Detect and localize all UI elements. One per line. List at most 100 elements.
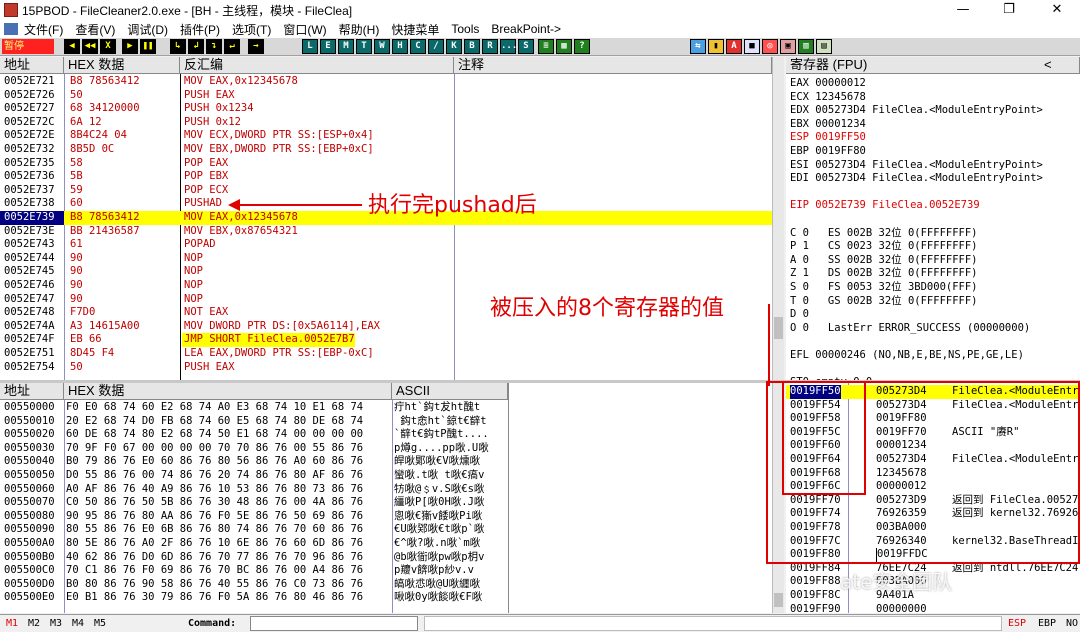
tab-m3[interactable]: M3 [50,615,62,632]
dump-hex[interactable]: F0 E0 68 74 60 E2 68 74 A0 E3 68 74 10 E… [66,401,363,415]
menu-window[interactable]: 窗口(W) [277,21,332,38]
table-row[interactable]: 0052E745 90 NOP [0,265,772,279]
registers-header[interactable]: 寄存器 (FPU) < [786,57,1080,74]
table-row[interactable]: 0052E732 8B5D 0C MOV EBX,DWORD PTR SS:[EBP… [0,143,772,157]
dump-address[interactable]: 00550020 [4,428,55,442]
executable-modules-button[interactable]: E [320,39,336,54]
register-line[interactable]: EBX 00001234 [790,118,866,132]
dump-address[interactable]: 005500E0 [4,591,55,605]
handles-button[interactable]: H [392,39,408,54]
register-line[interactable]: EAX 00000012 [790,77,866,91]
menu-breakpoint[interactable]: BreakPoint-> [485,22,567,36]
call-stack-button[interactable]: K [446,39,462,54]
menu-tools[interactable]: Tools [445,22,485,36]
dump-ascii[interactable]: 皜唙怷唙@U唙纒唙 [394,578,480,592]
dump-hex[interactable]: A0 AF 86 76 40 A9 86 76 10 53 86 76 80 7… [66,483,363,497]
table-row[interactable]: 0052E751 8D45 F4 LEA EAX,DWORD PTR SS:[EBP… [0,347,772,361]
disasm-header-hex[interactable]: HEX 数据 [64,57,180,74]
cpu-button[interactable]: C [410,39,426,54]
dump-address[interactable]: 005500D0 [4,578,55,592]
dump-ascii[interactable]: 鈎t悆ht`鍄t€辥t [394,415,486,429]
table-row[interactable]: 0052E735 58 POP EAX [0,157,772,171]
register-line[interactable]: P 1 CS 0023 32位 0(FFFFFFFF) [790,240,978,254]
help-icon[interactable]: ? [574,39,590,54]
register-line[interactable]: EDI 005273D4 FileClea.<ModuleEntryPoint> [790,172,1043,186]
dump-hex[interactable]: D0 55 86 76 00 74 86 76 20 74 86 76 80 A… [66,469,363,483]
menu-options[interactable]: 选项(T) [226,21,277,38]
close-button[interactable]: ✕ [1034,0,1080,20]
plugin-icon-8[interactable]: ▤ [816,39,832,54]
dump-address[interactable]: 00550000 [4,401,55,415]
dump-address[interactable]: 00550030 [4,442,55,456]
dump-ascii[interactable]: p燇g....pp唙.U唙 [394,442,489,456]
register-line[interactable]: Z 1 DS 002B 32位 0(FFFFFFFF) [790,267,978,281]
dump-ascii[interactable]: 牥唙@﹩v.S唙€s唙 [394,483,484,497]
register-line[interactable]: D 0 [790,308,809,322]
table-row[interactable]: 0052E721 B8 78563412 MOV EAX,0x12345678 [0,75,772,89]
dump-address[interactable]: 00550080 [4,510,55,524]
dump-ascii[interactable]: 皔唙郹唙€V唙燻唙 [394,455,480,469]
list-icon[interactable]: ≡ [538,39,554,54]
dump-header-hex[interactable]: HEX 数据 [64,383,392,400]
execute-till-return-button[interactable]: → [248,39,264,54]
step-over-button[interactable]: ↲ [188,39,204,54]
disasm-header-comment[interactable]: 注释 [454,57,772,74]
dump-hex[interactable]: 80 55 86 76 E0 6B 86 76 80 74 86 76 70 6… [66,523,363,537]
plugin-icon-1[interactable]: ⇆ [690,39,706,54]
trace-into-button[interactable]: ↴ [206,39,222,54]
dump-ascii[interactable]: 繮唙P[唙0H唙.J唙 [394,496,484,510]
dump-ascii[interactable]: 蠻唙.t唙 t唙€瘑v [394,469,484,483]
dump-ascii[interactable]: p羻v餴唙p紗v.v [394,564,474,578]
memory-map-button[interactable]: M [338,39,354,54]
dump-address[interactable]: 00550070 [4,496,55,510]
open-button[interactable]: ◀ [64,39,80,54]
tab-m2[interactable]: M2 [28,615,40,632]
table-row[interactable]: 0052E74F EB 66 JMP SHORT FileClea.0052E7B7 [0,333,772,347]
dump-hex[interactable]: 60 DE 68 74 80 E2 68 74 50 E1 68 74 00 0… [66,428,363,442]
dump-header-addr[interactable]: 地址 [0,383,64,400]
register-line[interactable]: C 0 ES 002B 32位 0(FFFFFFFF) [790,227,978,241]
windows-button[interactable]: W [374,39,390,54]
dump-address[interactable]: 005500A0 [4,537,55,551]
dump-scroll-thumb[interactable] [774,593,783,607]
tab-m4[interactable]: M4 [72,615,84,632]
dump-hex[interactable]: 90 95 86 76 80 AA 86 76 F0 5E 86 76 50 6… [66,510,363,524]
log-window-button[interactable]: L [302,39,318,54]
dump-address[interactable]: 005500B0 [4,551,55,565]
plugin-icon-6[interactable]: ▣ [780,39,796,54]
tab-m5[interactable]: M5 [94,615,106,632]
table-row[interactable]: 0052E754 50 PUSH EAX [0,361,772,375]
dump-hex[interactable]: E0 B1 86 76 30 79 86 76 F0 5A 86 76 80 4… [66,591,363,605]
breakpoints-button[interactable]: B [464,39,480,54]
plugin-icon-3[interactable]: A [726,39,742,54]
table-row[interactable]: 0052E73E BB 21436587 MOV EBX,0x87654321 [0,225,772,239]
dump-ascii[interactable]: 啾唙0y唙餤唙€F唙 [394,591,482,605]
menu-help[interactable]: 帮助(H) [333,21,386,38]
command-input[interactable] [250,616,418,631]
plugin-icon-7[interactable]: ▥ [798,39,814,54]
disasm-scroll-thumb[interactable] [774,317,783,339]
register-line[interactable]: EIP 0052E739 FileClea.0052E739 [790,199,980,213]
table-row[interactable]: 0052E726 50 PUSH EAX [0,89,772,103]
table-row[interactable]: 0052E72C 6A 12 PUSH 0x12 [0,116,772,130]
plugin-icon-5[interactable]: ◎ [762,39,778,54]
dump-hex[interactable]: C0 50 86 76 50 5B 86 76 30 48 86 76 00 4… [66,496,363,510]
close-program-button[interactable]: X [100,39,116,54]
register-line[interactable]: EFL 00000246 (NO,NB,E,BE,NS,PE,GE,LE) [790,349,1024,363]
register-line[interactable]: EDX 005273D4 FileClea.<ModuleEntryPoint> [790,104,1043,118]
register-line[interactable]: A 0 SS 002B 32位 0(FFFFFFFF) [790,254,978,268]
dump-hex[interactable]: 20 E2 68 74 D0 FB 68 74 60 E5 68 74 80 D… [66,415,363,429]
register-line[interactable]: EBP 0019FF80 [790,145,866,159]
dump-address[interactable]: 00550060 [4,483,55,497]
register-line[interactable]: T 0 GS 002B 32位 0(FFFFFFFF) [790,295,978,309]
disasm-scrollbar[interactable] [772,57,784,380]
dump-address[interactable]: 00550050 [4,469,55,483]
table-row[interactable]: 0052E736 5B POP EBX [0,170,772,184]
dump-hex[interactable]: 40 62 86 76 D0 6D 86 76 70 77 86 76 70 9… [66,551,363,565]
chevron-left-icon[interactable]: < [1044,57,1052,73]
register-line[interactable]: ESI 005273D4 FileClea.<ModuleEntryPoint> [790,159,1043,173]
dump-header-ascii[interactable]: ASCII [392,383,508,400]
run-button[interactable]: ▶ [122,39,138,54]
dump-ascii[interactable]: €U唙鄈唙€t唙p`唙 [394,523,484,537]
dump-ascii[interactable]: @b唙衜唙pw唙p枂v [394,551,484,565]
